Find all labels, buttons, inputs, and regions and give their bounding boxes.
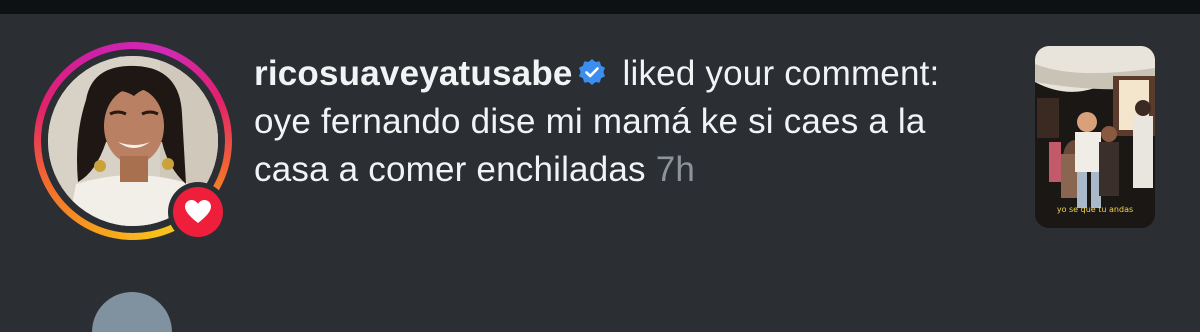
- like-badge: [168, 182, 228, 242]
- post-thumbnail[interactable]: yo se que tu andas: [1035, 46, 1155, 228]
- post-thumbnail-image: [1035, 46, 1155, 228]
- timestamp: 7h: [655, 150, 696, 189]
- thumbnail-caption: yo se que tu andas: [1056, 205, 1134, 214]
- verified-badge-icon: [578, 59, 605, 85]
- notification-text: ricosuaveyatusabe liked your comment: oy…: [254, 50, 994, 194]
- next-notification-avatar[interactable]: [92, 292, 172, 332]
- top-bar: [0, 0, 1200, 14]
- username-link[interactable]: ricosuaveyatusabe: [254, 54, 573, 93]
- avatar[interactable]: [34, 42, 232, 242]
- notification-item[interactable]: ricosuaveyatusabe liked your comment: oy…: [0, 14, 1200, 269]
- heart-icon: [185, 200, 211, 223]
